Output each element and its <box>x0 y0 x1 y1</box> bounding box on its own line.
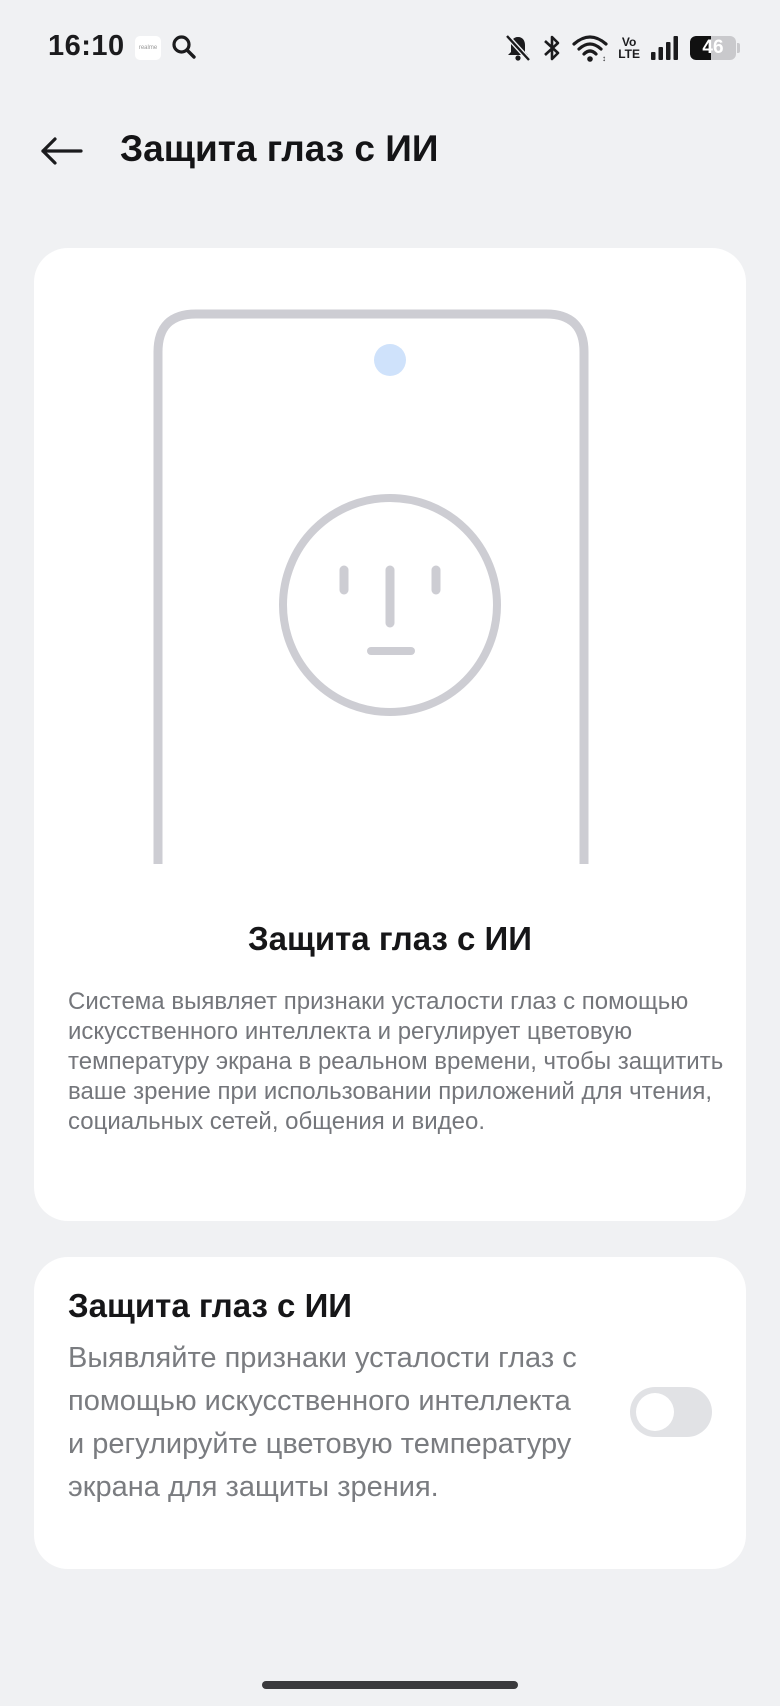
battery-icon: 46 <box>690 36 736 60</box>
eye-protection-illustration <box>153 309 589 864</box>
app-bar: Защита глаз с ИИ <box>0 110 780 190</box>
status-time: 16:10 <box>48 30 125 62</box>
eye-protection-toggle[interactable] <box>630 1387 712 1437</box>
phone-outline <box>153 309 589 864</box>
status-bar: 16:10 realme ↕ Vo LTE 46 <box>0 0 780 96</box>
hero-title: Защита глаз с ИИ <box>247 920 532 957</box>
volte-icon: Vo LTE <box>618 35 640 61</box>
arrow-left-icon <box>41 137 83 165</box>
wifi-icon: ↕ <box>572 34 608 62</box>
app-notification-icon: realme <box>135 36 161 60</box>
back-button[interactable] <box>36 126 86 176</box>
hero-description: Система выявляет признаки усталости глаз… <box>68 988 724 1135</box>
svg-text:↕: ↕ <box>602 54 606 62</box>
info-card: Защита глаз с ИИ Система выявляет призна… <box>34 248 746 1221</box>
toggle-knob <box>636 1393 674 1431</box>
mute-icon <box>504 33 532 63</box>
home-indicator[interactable] <box>262 1681 518 1689</box>
front-camera-dot <box>374 344 406 376</box>
setting-card: Защита глаз с ИИ Выявляйте признаки уста… <box>34 1257 746 1569</box>
page-title: Защита глаз с ИИ <box>120 128 439 169</box>
search-icon <box>171 34 197 65</box>
setting-description: Выявляйте признаки усталости глаз с помо… <box>68 1342 577 1503</box>
bluetooth-icon <box>542 33 562 63</box>
setting-title: Защита глаз с ИИ <box>68 1287 353 1324</box>
battery-tip <box>737 43 740 53</box>
signal-icon <box>650 35 680 61</box>
